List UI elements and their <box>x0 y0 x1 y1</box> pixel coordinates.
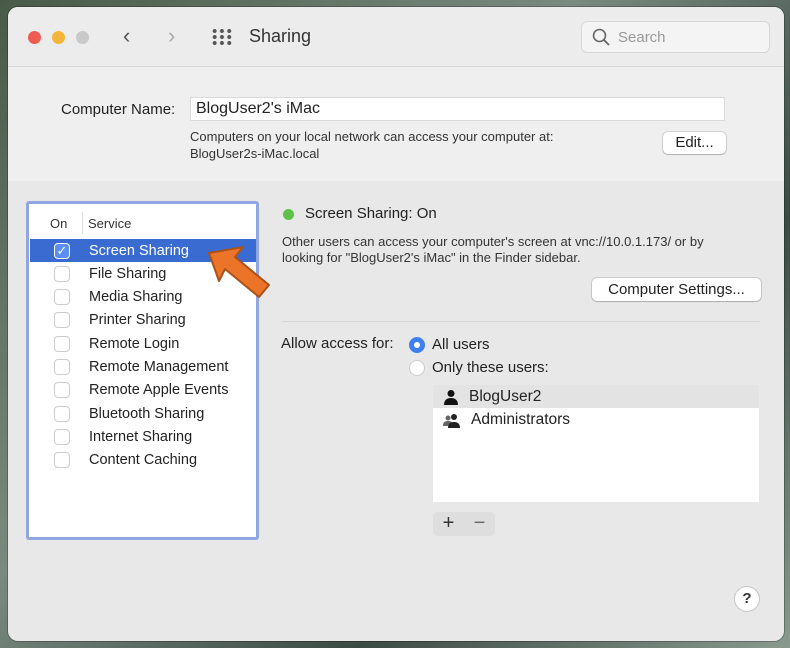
service-checkbox[interactable] <box>54 312 70 329</box>
user-name: BlogUser2 <box>469 387 542 405</box>
allow-access-label: Allow access for: <box>281 335 394 352</box>
close-button[interactable] <box>28 31 41 44</box>
divider <box>282 321 760 322</box>
annotation-arrow-icon <box>208 246 270 298</box>
service-checkbox[interactable] <box>54 359 70 375</box>
service-name: Bluetooth Sharing <box>89 405 205 422</box>
service-checkbox[interactable] <box>54 382 70 399</box>
service-name: Printer Sharing <box>89 312 186 329</box>
service-name: Internet Sharing <box>89 428 193 445</box>
zoom-button[interactable] <box>76 31 89 44</box>
service-checkbox[interactable] <box>54 428 70 445</box>
service-row[interactable]: Remote Login <box>30 332 256 355</box>
computer-settings-button[interactable]: Computer Settings... <box>592 278 761 301</box>
user-icon <box>444 389 458 405</box>
service-name: Remote Login <box>89 335 180 352</box>
computer-name-field[interactable]: BlogUser2's iMac <box>190 97 725 121</box>
column-header-on: On <box>50 216 68 231</box>
edit-button[interactable]: Edit... <box>663 132 726 154</box>
service-row[interactable]: Remote Apple Events <box>30 379 256 402</box>
status-indicator <box>283 209 294 220</box>
radio-only-these-users-label[interactable]: Only these users: <box>432 359 549 376</box>
service-row[interactable]: Bluetooth Sharing <box>30 402 256 425</box>
search-icon <box>592 28 610 46</box>
service-row[interactable]: Internet Sharing <box>30 425 256 448</box>
help-button[interactable]: ? <box>735 587 759 611</box>
radio-only-these-users[interactable] <box>409 360 425 376</box>
title-bar: ‹ › Sharing Search <box>8 7 784 67</box>
service-checkbox[interactable] <box>54 452 70 469</box>
group-icon <box>443 413 460 428</box>
forward-icon[interactable]: › <box>168 23 175 49</box>
description-line1: Other users can access your computer's s… <box>282 234 704 249</box>
radio-all-users[interactable] <box>409 337 425 353</box>
column-header-service: Service <box>88 216 132 231</box>
network-info-line1: Computers on your local network can acce… <box>190 129 554 144</box>
sharing-window: ‹ › Sharing Search Computer Name: BlogUs… <box>8 7 784 641</box>
status-text: Screen Sharing: On <box>305 205 437 222</box>
remove-user-button[interactable]: − <box>464 512 495 536</box>
user-row[interactable]: BlogUser2 <box>433 385 759 408</box>
service-checkbox[interactable] <box>54 265 70 282</box>
search-placeholder: Search <box>618 28 666 46</box>
window-title: Sharing <box>249 26 312 46</box>
user-row[interactable]: Administrators <box>433 408 759 431</box>
back-icon[interactable]: ‹ <box>123 23 130 49</box>
user-name: Administrators <box>471 410 571 428</box>
service-name: Content Caching <box>89 452 198 469</box>
service-row[interactable]: Content Caching <box>30 449 256 472</box>
description-line2: looking for "BlogUser2's iMac" in the Fi… <box>282 250 581 265</box>
service-name: Media Sharing <box>89 289 183 306</box>
add-remove-control: + − <box>433 512 495 536</box>
service-checkbox[interactable]: ✓ <box>54 242 70 259</box>
grid-icon[interactable] <box>211 28 233 46</box>
service-row[interactable]: Remote Management <box>30 356 256 379</box>
service-checkbox[interactable] <box>54 289 70 306</box>
search-input[interactable]: Search <box>581 21 770 53</box>
service-name: Remote Management <box>89 359 229 375</box>
service-name: File Sharing <box>89 265 167 282</box>
service-row[interactable]: Printer Sharing <box>30 309 256 332</box>
add-user-button[interactable]: + <box>433 512 464 536</box>
service-checkbox[interactable] <box>54 335 70 352</box>
column-divider <box>82 212 83 234</box>
network-address: BlogUser2s-iMac.local <box>190 146 320 161</box>
users-list: BlogUser2 Administrators <box>433 385 759 502</box>
minimize-button[interactable] <box>52 31 65 44</box>
radio-all-users-label[interactable]: All users <box>432 336 490 353</box>
service-checkbox[interactable] <box>54 405 70 422</box>
service-name: Remote Apple Events <box>89 382 229 399</box>
computer-name-label: Computer Name: <box>61 101 176 118</box>
service-name: Screen Sharing <box>89 242 189 259</box>
